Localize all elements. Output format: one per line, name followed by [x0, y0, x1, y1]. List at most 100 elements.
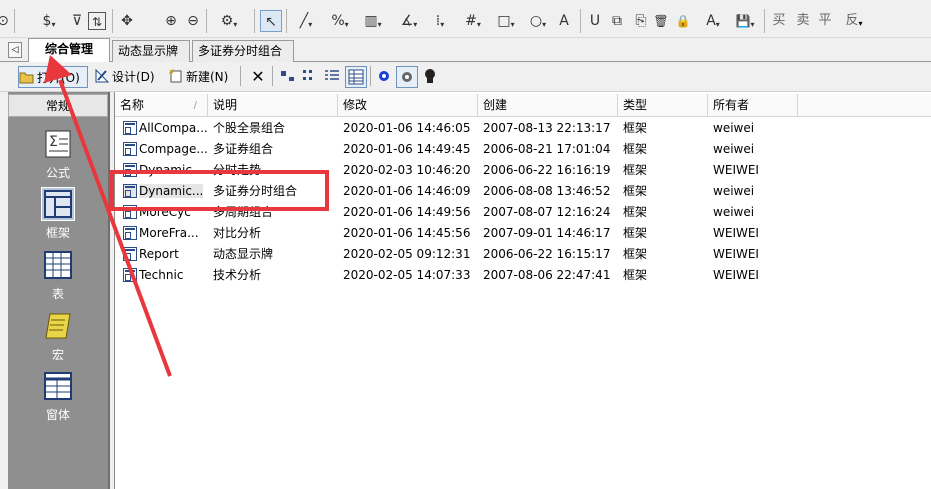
sell-button[interactable]: 卖: [794, 10, 812, 32]
list-view-icon[interactable]: [324, 66, 342, 88]
cell-desc: 多周期组合: [208, 202, 338, 223]
blue-gear-icon[interactable]: [376, 66, 394, 88]
cell-modified: 2020-01-06 14:46:09: [338, 181, 478, 202]
close-position-button[interactable]: 平: [816, 10, 834, 32]
frame-file-icon: [123, 268, 137, 282]
cell-type: 框架: [618, 118, 708, 139]
column-header-owner[interactable]: 所有者: [708, 94, 798, 117]
open-button[interactable]: 打开(O): [18, 66, 88, 88]
move-icon[interactable]: ✥: [118, 10, 136, 32]
text-tool-icon[interactable]: A: [556, 10, 572, 32]
cell-text: Compage...: [139, 142, 208, 156]
large-icons-view-icon[interactable]: [280, 66, 298, 88]
small-icons-view-icon[interactable]: [302, 66, 320, 88]
cell-owner: WEIWEI: [708, 160, 798, 181]
cell-name: AllCompa...: [115, 118, 208, 139]
trash-icon[interactable]: 🗑: [652, 10, 670, 32]
category-label: 公式: [45, 166, 70, 180]
filter-icon[interactable]: ⊽: [68, 10, 86, 32]
column-header-created[interactable]: 创建: [478, 94, 618, 117]
category-formula[interactable]: Σ 公式: [8, 128, 108, 181]
rectangle-tool-dropdown[interactable]: □▾: [492, 10, 520, 32]
table-row[interactable]: Dynamic... 多证券分时组合 2020-01-06 14:46:09 2006…: [115, 181, 931, 202]
column-header-modified[interactable]: 修改: [338, 94, 478, 117]
sort-icon[interactable]: ⇅: [88, 12, 106, 30]
angle-tool-dropdown[interactable]: ∡▾: [394, 10, 424, 32]
toolbar-divider: [206, 9, 207, 33]
bars-tool-dropdown[interactable]: ⁞▾: [426, 10, 454, 32]
delete-icon[interactable]: ✕: [249, 66, 267, 88]
cell-text: 框架: [623, 184, 648, 198]
toolbar-divider: [254, 9, 255, 33]
details-view-icon[interactable]: [345, 66, 367, 88]
frame-file-icon: [123, 226, 137, 240]
cell-text: 2020-02-05 09:12:31: [343, 247, 471, 261]
cell-text: 多周期组合: [213, 205, 274, 219]
font-color-dropdown[interactable]: A▾: [698, 10, 728, 32]
cell-text: 2020-01-06 14:49:56: [343, 205, 471, 219]
drawing-toolbar: ⊙ $▾ ⊽ ⇅ ✥ ⊕ ⊖ ⚙▾ ↖ ╱▾ %▾ ▥▾ ∡▾ ⁞▾ #▾ □▾…: [0, 0, 931, 38]
line-tool-dropdown[interactable]: ╱▾: [292, 10, 320, 32]
zoom-out-icon[interactable]: ⊖: [184, 10, 202, 32]
design-button[interactable]: 设计(D): [94, 66, 155, 88]
user-head-icon[interactable]: [422, 66, 440, 88]
cell-text: WEIWEI: [713, 163, 759, 177]
cell-text: 框架: [623, 247, 648, 261]
category-table[interactable]: 表: [8, 249, 108, 302]
target-icon[interactable]: ⊙: [0, 10, 10, 32]
new-button[interactable]: 新建(N): [168, 66, 228, 88]
lock-icon[interactable]: 🔒: [674, 10, 692, 32]
tab-comprehensive-management[interactable]: 综合管理: [28, 38, 110, 63]
column-header-description[interactable]: 说明: [208, 94, 338, 117]
percent-tool-dropdown[interactable]: %▾: [326, 10, 354, 32]
column-header-name[interactable]: 名称 /: [115, 94, 208, 117]
toolbar-divider: [112, 9, 113, 33]
hash-icon: #: [465, 13, 477, 29]
table-row[interactable]: Compage... 多证券组合 2020-01-06 14:49:45 2006-0…: [115, 139, 931, 160]
dollar-dropdown-button[interactable]: $▾: [36, 10, 62, 32]
reverse-dropdown[interactable]: 反▾: [840, 10, 868, 32]
cell-type: 框架: [618, 160, 708, 181]
tab-multi-security-intraday[interactable]: 多证券分时组合: [192, 40, 294, 62]
move-layer-icon[interactable]: ⎘: [632, 10, 650, 32]
category-frame[interactable]: 框架: [8, 187, 108, 241]
folder-open-icon: [19, 72, 34, 84]
tab-scroll-left-icon[interactable]: ◁: [8, 42, 22, 58]
cell-text: 个股全景组合: [213, 121, 286, 135]
hash-tool-dropdown[interactable]: #▾: [460, 10, 486, 32]
save-dropdown[interactable]: 💾▾: [730, 10, 760, 32]
ellipse-tool-dropdown[interactable]: ○▾: [524, 10, 552, 32]
column-header-type[interactable]: 类型: [618, 94, 708, 117]
category-form[interactable]: 窗体: [8, 370, 108, 423]
category-header[interactable]: 常规: [8, 94, 108, 117]
cell-owner: weiwei: [708, 139, 798, 160]
settings-gear-icon[interactable]: [396, 66, 418, 88]
cell-text: 框架: [623, 163, 648, 177]
copy-icon[interactable]: ⧉: [608, 10, 626, 32]
table-row[interactable]: Report 动态显示牌 2020-02-05 09:12:31 2006-06-22…: [115, 244, 931, 265]
table-row[interactable]: Technic 技术分析 2020-02-05 14:07:33 2007-08-06…: [115, 265, 931, 286]
zoom-in-icon[interactable]: ⊕: [162, 10, 180, 32]
cell-modified: 2020-01-06 14:45:56: [338, 223, 478, 244]
settings-dropdown-button[interactable]: ⚙▾: [214, 10, 244, 32]
table-row[interactable]: Dynamic 分时走势 2020-02-03 10:46:20 2006-06-22…: [115, 160, 931, 181]
pointer-icon[interactable]: ↖: [260, 10, 282, 32]
cell-text: 2020-01-06 14:46:09: [343, 184, 471, 198]
cell-text: WEIWEI: [713, 247, 759, 261]
magnet-icon[interactable]: U: [586, 10, 604, 32]
cell-desc: 个股全景组合: [208, 118, 338, 139]
tab-dynamic-board[interactable]: 动态显示牌: [112, 40, 190, 62]
command-toolbar: 打开(O) 设计(D) 新建(N) ✕: [0, 62, 931, 92]
cell-desc: 多证券分时组合: [208, 181, 338, 202]
cell-text: AllCompa...: [139, 121, 208, 135]
frame-file-icon: [123, 142, 137, 156]
tab-strip: ◁ 综合管理 动态显示牌 多证券分时组合: [0, 38, 931, 63]
grid-lines-tool-dropdown[interactable]: ▥▾: [358, 10, 388, 32]
cell-text: MoreFra...: [139, 226, 199, 240]
table-row[interactable]: MoreCyc 多周期组合 2020-01-06 14:49:56 2007-08-0…: [115, 202, 931, 223]
buy-button[interactable]: 买: [770, 10, 788, 32]
table-row[interactable]: MoreFra... 对比分析 2020-01-06 14:45:56 2007-09…: [115, 223, 931, 244]
table-row[interactable]: AllCompa... 个股全景组合 2020-01-06 14:46:05 2007…: [115, 118, 931, 139]
cell-desc: 技术分析: [208, 265, 338, 286]
category-macro[interactable]: 宏: [8, 310, 108, 363]
